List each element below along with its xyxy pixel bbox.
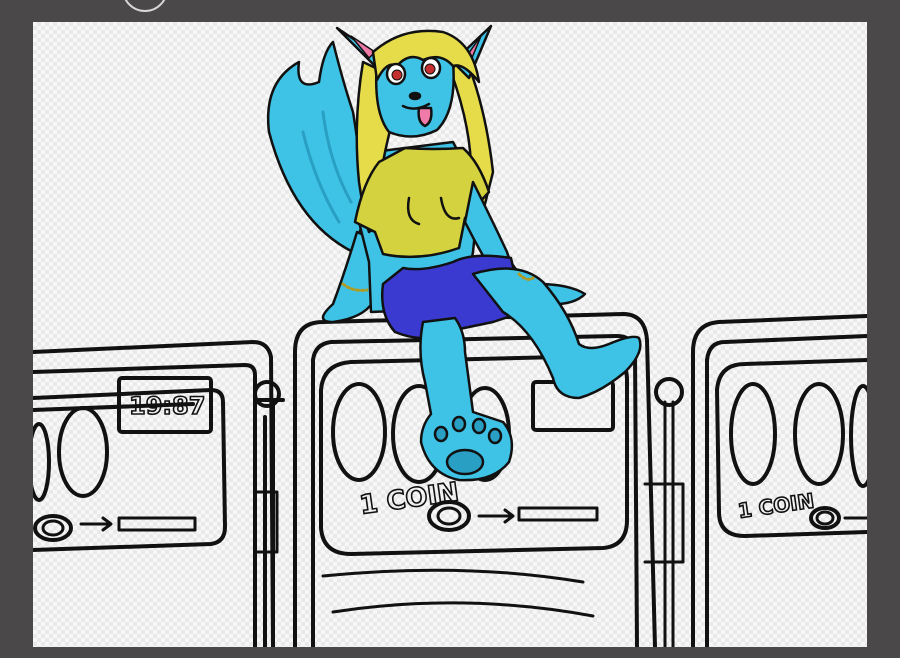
machine-center-label: 1 COIN xyxy=(358,477,461,521)
brush-cursor-icon xyxy=(122,0,168,12)
character xyxy=(266,24,642,482)
drawing-canvas[interactable]: 1 COIN 1 COIN 19:87 xyxy=(33,22,867,647)
machine-left xyxy=(33,340,285,647)
artwork: 1 COIN 1 COIN 19:87 xyxy=(33,24,867,647)
machine-left-display: 19:87 xyxy=(129,392,205,420)
machine-right xyxy=(691,314,867,647)
machine-right-label: 1 COIN xyxy=(736,489,815,523)
